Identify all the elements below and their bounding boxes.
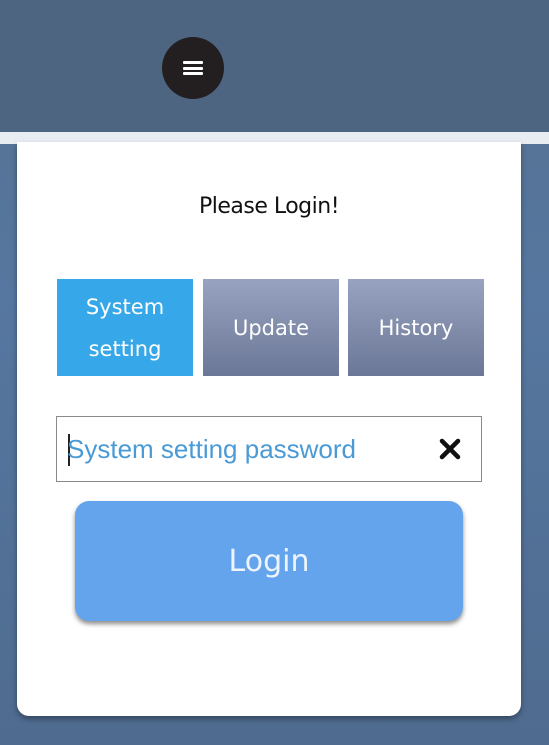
- login-panel: Please Login! System setting Update Hist…: [17, 142, 521, 716]
- close-x-icon[interactable]: [433, 432, 467, 466]
- password-field[interactable]: [56, 416, 482, 482]
- menu-button[interactable]: [162, 37, 224, 99]
- top-bar: [0, 0, 549, 132]
- hamburger-menu-icon: [183, 61, 203, 75]
- login-button-label: Login: [228, 543, 310, 579]
- tab-history[interactable]: History: [348, 279, 484, 376]
- login-button[interactable]: Login: [75, 501, 463, 621]
- tab-system-setting[interactable]: System setting: [57, 279, 193, 376]
- tab-label: Update: [232, 315, 310, 340]
- tab-label: History: [378, 315, 454, 340]
- tab-label: System setting: [85, 294, 165, 361]
- password-input[interactable]: [67, 417, 427, 481]
- tab-update[interactable]: Update: [203, 279, 339, 376]
- login-title: Please Login!: [198, 194, 340, 219]
